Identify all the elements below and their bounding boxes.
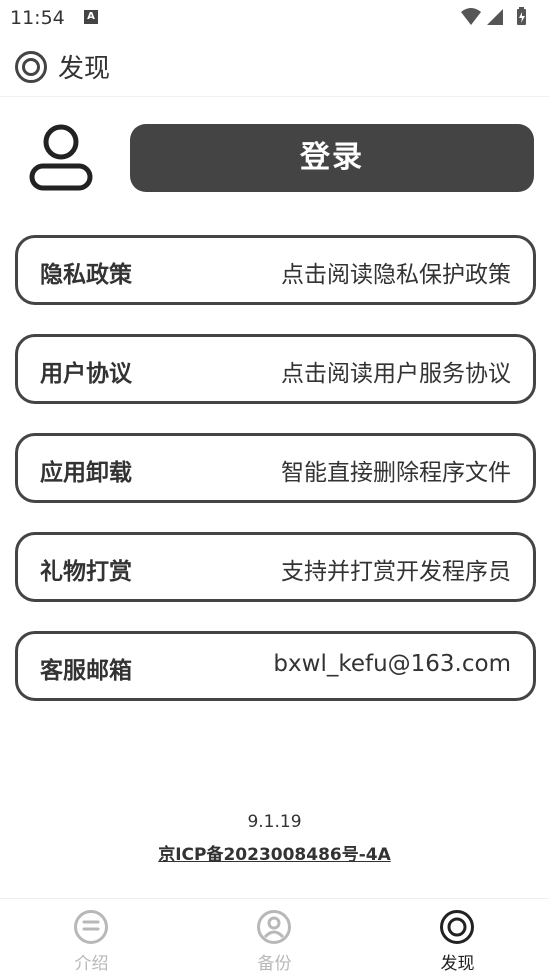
status-icons [459, 6, 539, 32]
avatar-icon[interactable] [28, 122, 94, 196]
nav-label: 备份 [257, 954, 292, 974]
menu-item-uninstall[interactable]: 应用卸载 智能直接删除程序文件 [15, 433, 536, 503]
target-circle-icon [440, 910, 474, 944]
user-circle-icon [257, 910, 291, 944]
nav-label: 介绍 [74, 954, 109, 974]
notification-icon: A [84, 10, 98, 24]
top-bar: 发现 [0, 36, 549, 97]
menu-item-label: 隐私政策 [40, 262, 132, 288]
menu-circle-icon [74, 910, 108, 944]
menu-item-privacy-policy[interactable]: 隐私政策 点击阅读隐私保护政策 [15, 235, 536, 305]
menu-item-desc: 点击阅读隐私保护政策 [281, 262, 511, 288]
nav-tab-backup[interactable]: 备份 [183, 899, 366, 977]
status-bar: 11:54 A [0, 0, 549, 36]
nav-tab-intro[interactable]: 介绍 [0, 899, 183, 977]
version-text: 9.1.19 [247, 812, 302, 832]
login-button[interactable]: 登录 [130, 124, 534, 192]
menu-item-desc: 点击阅读用户服务协议 [281, 361, 511, 387]
icp-link[interactable]: 京ICP备2023008486号-4A [0, 840, 549, 865]
target-circle-icon [14, 50, 48, 88]
menu-item-label: 客服邮箱 [40, 658, 132, 684]
menu-item-support-email[interactable]: 客服邮箱 bxwl_kefu@163.com [15, 631, 536, 701]
menu-item-desc: 智能直接删除程序文件 [281, 460, 511, 486]
menu-item-user-agreement[interactable]: 用户协议 点击阅读用户服务协议 [15, 334, 536, 404]
battery-icon [517, 7, 526, 25]
menu-item-desc: bxwl_kefu@163.com [273, 651, 511, 677]
signal-icon [487, 9, 503, 25]
nav-tab-discover[interactable]: 发现 [366, 899, 549, 977]
menu-item-label: 应用卸载 [40, 460, 132, 486]
bottom-nav: 介绍 备份 发现 [0, 898, 549, 977]
menu-item-donate[interactable]: 礼物打赏 支持并打赏开发程序员 [15, 532, 536, 602]
nav-label: 发现 [440, 954, 475, 974]
menu-item-label: 礼物打赏 [40, 559, 132, 585]
menu-item-label: 用户协议 [40, 361, 132, 387]
page-title: 发现 [58, 54, 111, 84]
menu-item-desc: 支持并打赏开发程序员 [281, 559, 511, 585]
status-time: 11:54 [10, 7, 65, 29]
wifi-icon [461, 8, 481, 25]
